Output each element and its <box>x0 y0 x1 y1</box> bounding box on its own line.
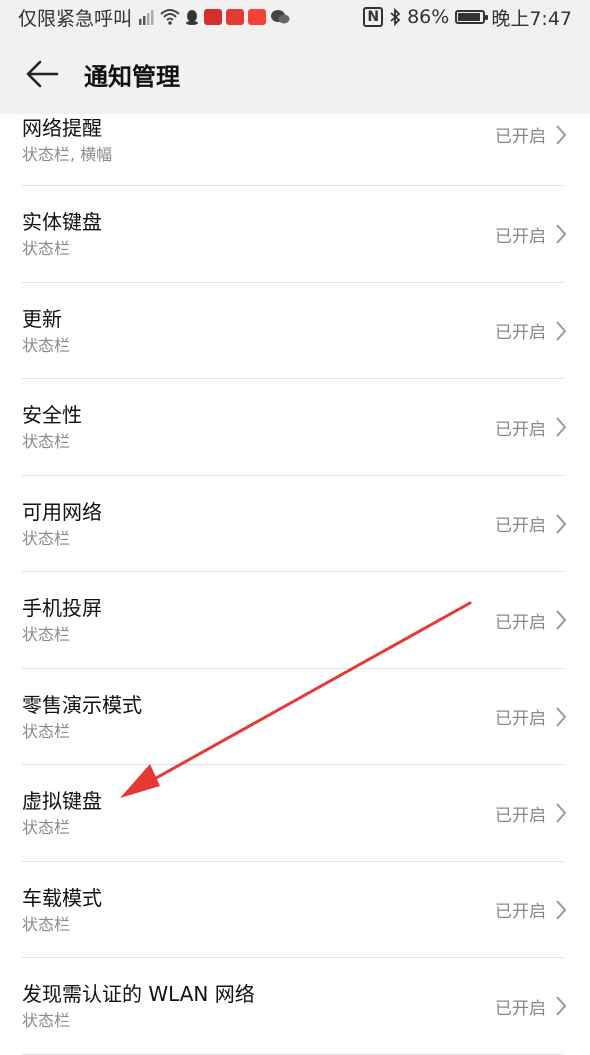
list-item-right: 已开启 <box>495 122 568 147</box>
app-icon-red-2 <box>226 9 245 25</box>
list-item-title: 手机投屏 <box>22 596 102 621</box>
status-left: 仅限紧急呼叫 <box>18 4 290 31</box>
list-item-text: 手机投屏 状态栏 <box>22 594 102 646</box>
nfc-icon: N <box>363 7 384 27</box>
back-arrow-icon <box>26 60 59 88</box>
signal-icon <box>139 10 154 25</box>
list-item-text: 实体键盘 状态栏 <box>22 208 102 260</box>
list-item-status: 已开启 <box>495 805 546 826</box>
list-item-right: 已开启 <box>495 994 568 1019</box>
list-item[interactable]: 车载模式 状态栏 已开启 <box>0 862 590 958</box>
bluetooth-icon <box>390 8 401 26</box>
list-item-right: 已开启 <box>495 415 568 440</box>
list-item-title: 零售演示模式 <box>22 692 142 717</box>
battery-icon <box>455 10 489 24</box>
list-item-right: 已开启 <box>495 897 568 922</box>
list-item-subtitle: 状态栏 <box>22 818 71 838</box>
list-item-title: 网络提醒 <box>22 116 102 140</box>
list-item[interactable]: 可用网络 状态栏 已开启 <box>0 476 590 572</box>
chevron-right-icon <box>556 224 567 244</box>
back-button[interactable] <box>20 52 64 96</box>
battery-percent: 86% <box>407 6 450 28</box>
list-item-status: 已开启 <box>495 127 546 147</box>
carrier-text: 仅限紧急呼叫 <box>18 7 133 30</box>
list-item-subtitle: 状态栏 <box>22 914 71 934</box>
chevron-right-icon <box>556 707 567 727</box>
status-icons <box>138 8 290 26</box>
list-item-status: 已开启 <box>495 226 546 247</box>
list-item-subtitle: 状态栏, 横幅 <box>22 145 113 164</box>
list-item-subtitle: 状态栏 <box>22 432 71 452</box>
list-item-subtitle: 状态栏 <box>22 721 71 741</box>
list-item-title: 可用网络 <box>22 499 102 524</box>
app-icon-red <box>204 9 223 25</box>
list-item[interactable]: 虚拟键盘 状态栏 已开启 <box>0 765 590 862</box>
list-item-text: 发现需认证的 WLAN 网络 状态栏 <box>22 980 255 1032</box>
list-item-right: 已开启 <box>495 318 568 343</box>
status-right: N 86% 晚上7:47 <box>363 4 572 31</box>
list-item[interactable]: 网络提醒 状态栏, 横幅 已开启 <box>0 114 590 186</box>
list-item-status: 已开启 <box>495 419 546 440</box>
app-icon-pink <box>248 9 267 25</box>
list-item-text: 虚拟键盘 状态栏 <box>22 787 102 839</box>
chevron-right-icon <box>556 417 567 437</box>
list-item[interactable]: 发现需认证的 WLAN 网络 状态栏 已开启 <box>0 958 590 1055</box>
list-item[interactable]: 零售演示模式 状态栏 已开启 <box>0 669 590 765</box>
status-bar: 仅限紧急呼叫 N 86% 晚上7:47 <box>0 0 590 34</box>
list-item-status: 已开启 <box>495 998 546 1019</box>
list-item-right: 已开启 <box>495 608 568 633</box>
app-header: 通知管理 <box>0 34 590 114</box>
list-item-status: 已开启 <box>495 709 546 730</box>
notification-list: 网络提醒 状态栏, 横幅 已开启 实体键盘 状态栏 已开启 更新 状态栏 已开启 <box>0 114 590 1055</box>
list-item-title: 更新 <box>22 306 62 331</box>
chevron-right-icon <box>556 124 567 145</box>
list-item[interactable]: 更新 状态栏 已开启 <box>0 283 590 379</box>
qq-icon <box>186 10 199 25</box>
chevron-right-icon <box>556 803 567 823</box>
wifi-icon <box>160 9 180 25</box>
list-item[interactable]: 安全性 状态栏 已开启 <box>0 379 590 476</box>
list-item-title: 虚拟键盘 <box>22 789 102 814</box>
list-item-subtitle: 状态栏 <box>22 239 71 259</box>
chevron-right-icon <box>556 514 567 534</box>
list-item-subtitle: 状态栏 <box>22 625 71 645</box>
clock: 晚上7:47 <box>491 7 572 30</box>
list-item-title: 车载模式 <box>22 885 102 910</box>
list-item-right: 已开启 <box>495 801 568 826</box>
list-item-right: 已开启 <box>495 511 568 536</box>
list-item-subtitle: 状态栏 <box>22 335 71 355</box>
list-item-title: 安全性 <box>22 403 82 428</box>
chevron-right-icon <box>556 996 567 1016</box>
list-item-status: 已开启 <box>495 323 546 344</box>
list-item-text: 更新 状态栏 <box>22 305 70 357</box>
list-item-status: 已开启 <box>495 612 546 633</box>
list-item-status: 已开启 <box>495 902 546 923</box>
list-item-subtitle: 状态栏 <box>22 1011 71 1031</box>
list-item-subtitle: 状态栏 <box>22 528 71 548</box>
list-item-title: 实体键盘 <box>22 210 102 235</box>
divider <box>22 1053 564 1055</box>
page-title: 通知管理 <box>84 62 180 91</box>
list-item-title: 发现需认证的 WLAN 网络 <box>22 982 255 1007</box>
chevron-right-icon <box>556 610 567 630</box>
list-item[interactable]: 手机投屏 状态栏 已开启 <box>0 572 590 669</box>
list-item-right: 已开启 <box>495 222 568 247</box>
list-item[interactable]: 实体键盘 状态栏 已开启 <box>0 186 590 283</box>
list-item-text: 安全性 状态栏 <box>22 401 82 453</box>
list-item-text: 车载模式 状态栏 <box>22 884 102 936</box>
list-item-text: 网络提醒 状态栏, 横幅 <box>22 114 112 166</box>
list-item-text: 零售演示模式 状态栏 <box>22 691 142 743</box>
list-item-status: 已开启 <box>495 516 546 537</box>
wechat-icon <box>271 10 290 24</box>
list-item-right: 已开启 <box>495 704 568 729</box>
list-item-text: 可用网络 状态栏 <box>22 498 102 550</box>
chevron-right-icon <box>556 900 567 920</box>
chevron-right-icon <box>556 321 567 341</box>
